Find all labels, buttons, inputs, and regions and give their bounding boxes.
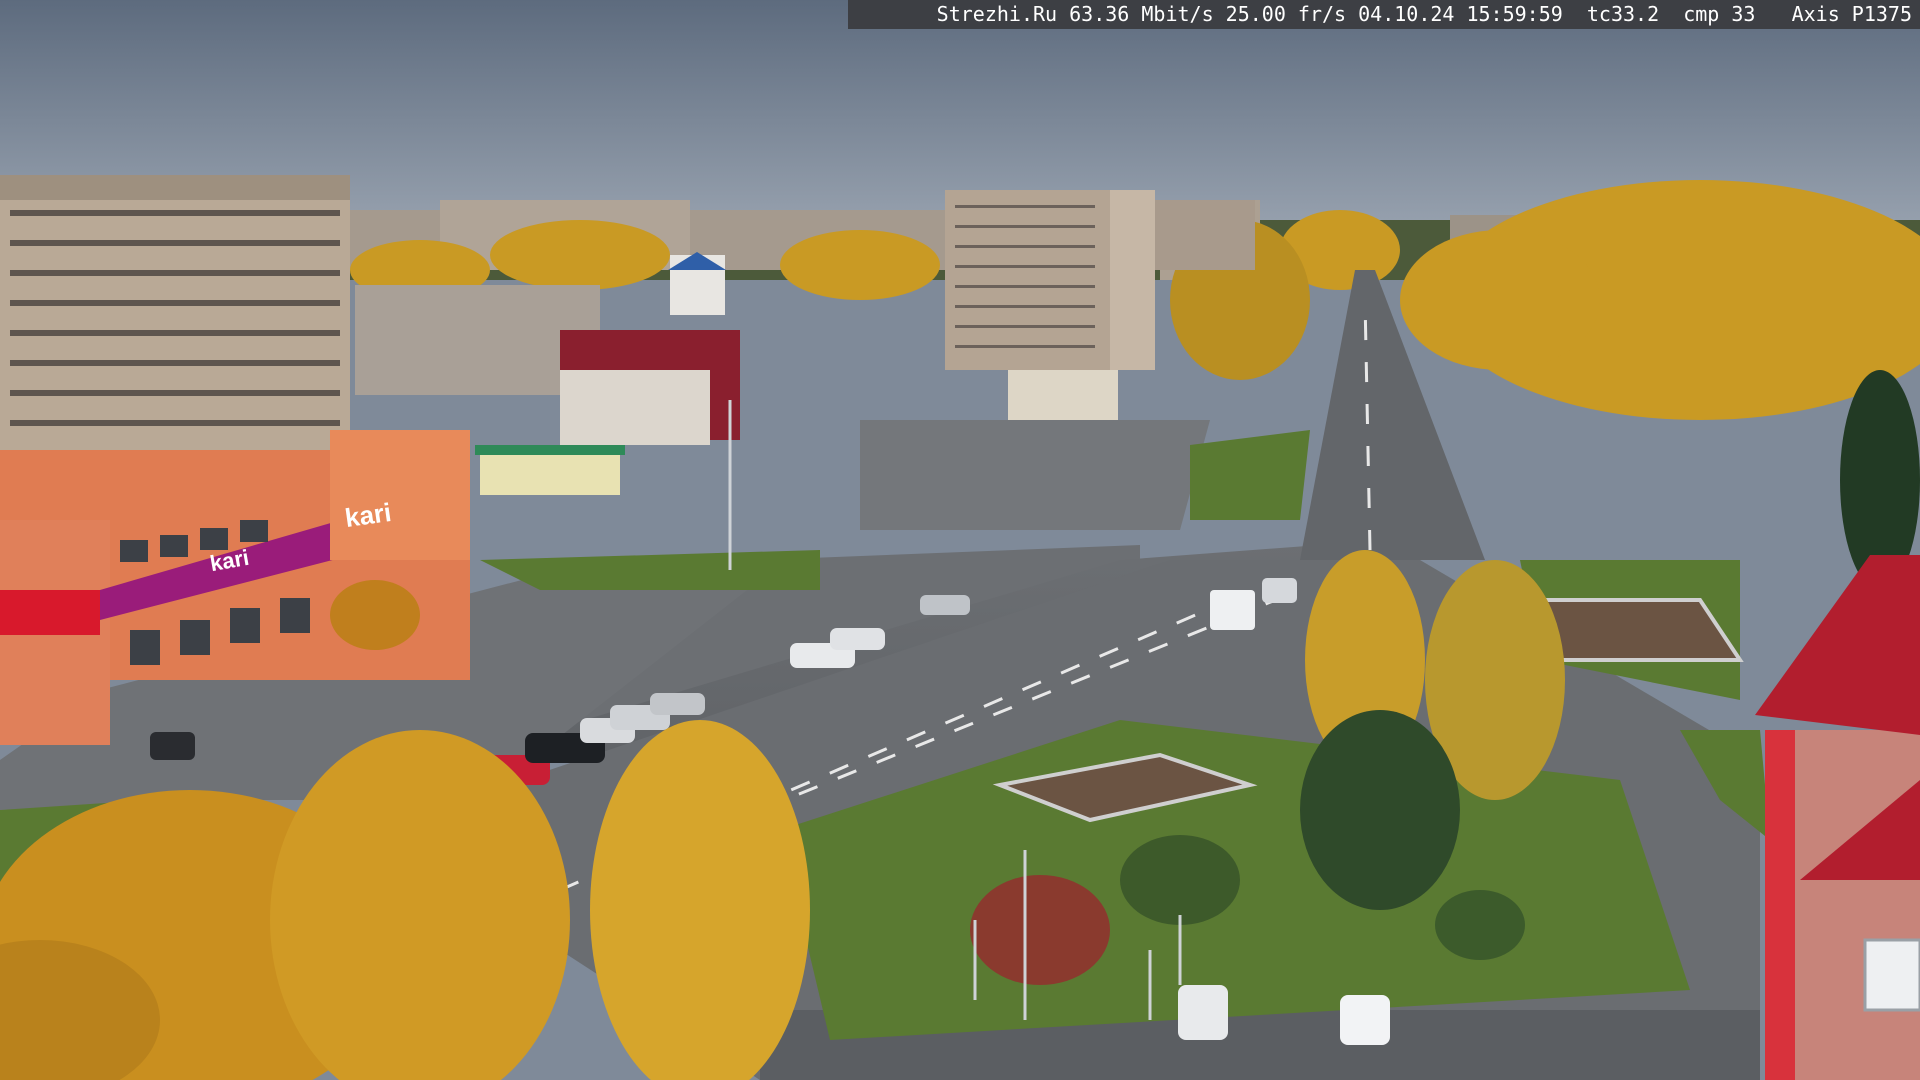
right-red-building (1755, 555, 1920, 1080)
webcam-scene (0, 0, 1920, 1080)
camera-osd-overlay: Strezhi.Ru 63.36 Mbit/s 25.00 fr/s 04.10… (848, 0, 1920, 29)
kari-sign-main: kari (343, 496, 394, 534)
town-square (860, 420, 1210, 530)
